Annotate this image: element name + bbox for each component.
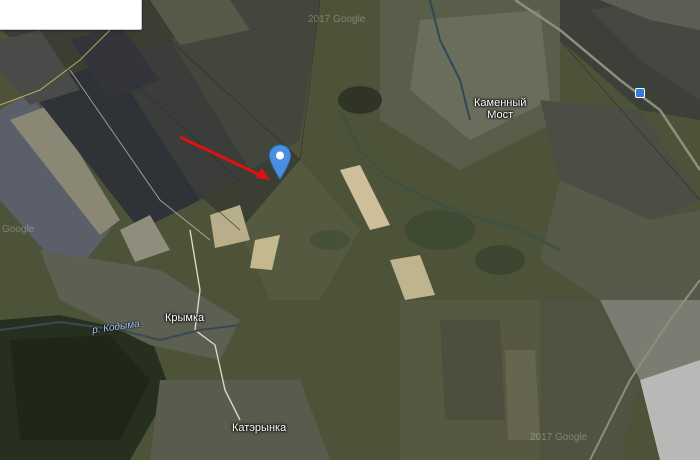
place-label-kamennyi-most[interactable]: Каменный Мост [474, 97, 526, 121]
watermark-left: Google [2, 224, 35, 235]
railway-station-icon[interactable] [635, 88, 645, 98]
satellite-map[interactable]: Каменный Мост Крымка Катэрынка р. Кодыма… [0, 0, 700, 460]
map-pin-icon[interactable] [268, 144, 292, 180]
watermark-top: 2017 Google [308, 14, 366, 25]
watermark-bottom: 2017 Google [530, 432, 588, 443]
place-label-krymka[interactable]: Крымка [165, 312, 204, 324]
search-box[interactable] [0, 0, 142, 30]
satellite-imagery [0, 0, 700, 460]
search-input[interactable] [0, 0, 141, 29]
place-label-katerynka[interactable]: Катэрынка [232, 422, 286, 434]
